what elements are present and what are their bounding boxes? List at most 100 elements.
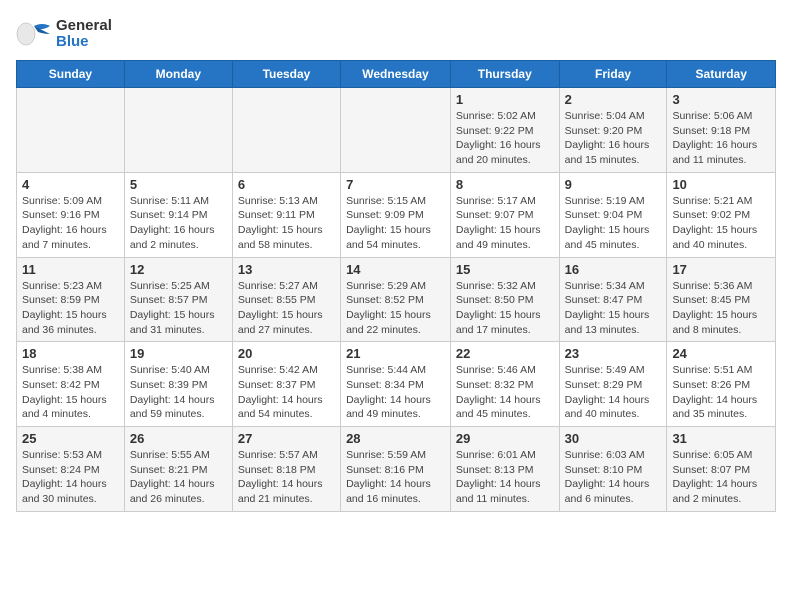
day-number: 7: [346, 177, 445, 192]
header-tuesday: Tuesday: [232, 61, 340, 88]
logo-bird-icon: [16, 16, 52, 52]
logo-text-blue: Blue: [56, 34, 112, 51]
day-info: Sunrise: 5:42 AM Sunset: 8:37 PM Dayligh…: [238, 363, 335, 422]
day-info: Sunrise: 6:01 AM Sunset: 8:13 PM Dayligh…: [456, 448, 554, 507]
calendar-cell: [341, 88, 451, 173]
day-info: Sunrise: 5:02 AM Sunset: 9:22 PM Dayligh…: [456, 109, 554, 168]
calendar-cell: 27 Sunrise: 5:57 AM Sunset: 8:18 PM Dayli…: [232, 427, 340, 512]
calendar-cell: 12 Sunrise: 5:25 AM Sunset: 8:57 PM Dayli…: [124, 257, 232, 342]
day-number: 11: [22, 262, 119, 277]
day-info: Sunrise: 5:17 AM Sunset: 9:07 PM Dayligh…: [456, 194, 554, 253]
calendar-cell: 31 Sunrise: 6:05 AM Sunset: 8:07 PM Dayli…: [667, 427, 776, 512]
header-saturday: Saturday: [667, 61, 776, 88]
logo-text-general: General: [56, 18, 112, 35]
calendar-cell: 13 Sunrise: 5:27 AM Sunset: 8:55 PM Dayli…: [232, 257, 340, 342]
day-info: Sunrise: 5:40 AM Sunset: 8:39 PM Dayligh…: [130, 363, 227, 422]
day-info: Sunrise: 5:51 AM Sunset: 8:26 PM Dayligh…: [672, 363, 770, 422]
day-number: 22: [456, 346, 554, 361]
calendar-cell: 15Sunrise: 5:32 AM Sunset: 8:50 PM Dayli…: [450, 257, 559, 342]
header-monday: Monday: [124, 61, 232, 88]
day-number: 6: [238, 177, 335, 192]
header-sunday: Sunday: [17, 61, 125, 88]
day-info: Sunrise: 5:11 AM Sunset: 9:14 PM Dayligh…: [130, 194, 227, 253]
day-number: 23: [565, 346, 662, 361]
day-info: Sunrise: 6:05 AM Sunset: 8:07 PM Dayligh…: [672, 448, 770, 507]
calendar-cell: 2 Sunrise: 5:04 AM Sunset: 9:20 PM Daylig…: [559, 88, 667, 173]
day-info: Sunrise: 5:15 AM Sunset: 9:09 PM Dayligh…: [346, 194, 445, 253]
day-info: Sunrise: 5:21 AM Sunset: 9:02 PM Dayligh…: [672, 194, 770, 253]
calendar-week-row: 25 Sunrise: 5:53 AM Sunset: 8:24 PM Dayli…: [17, 427, 776, 512]
calendar-cell: 8 Sunrise: 5:17 AM Sunset: 9:07 PM Daylig…: [450, 172, 559, 257]
day-number: 12: [130, 262, 227, 277]
day-number: 17: [672, 262, 770, 277]
day-info: Sunrise: 5:29 AM Sunset: 8:52 PM Dayligh…: [346, 279, 445, 338]
day-number: 18: [22, 346, 119, 361]
calendar-cell: 20 Sunrise: 5:42 AM Sunset: 8:37 PM Dayli…: [232, 342, 340, 427]
calendar-week-row: 1 Sunrise: 5:02 AM Sunset: 9:22 PM Daylig…: [17, 88, 776, 173]
day-number: 27: [238, 431, 335, 446]
day-info: Sunrise: 5:04 AM Sunset: 9:20 PM Dayligh…: [565, 109, 662, 168]
day-number: 31: [672, 431, 770, 446]
calendar-cell: 23 Sunrise: 5:49 AM Sunset: 8:29 PM Dayli…: [559, 342, 667, 427]
day-info: Sunrise: 5:06 AM Sunset: 9:18 PM Dayligh…: [672, 109, 770, 168]
day-number: 9: [565, 177, 662, 192]
calendar-week-row: 11 Sunrise: 5:23 AM Sunset: 8:59 PM Dayli…: [17, 257, 776, 342]
day-info: Sunrise: 5:09 AM Sunset: 9:16 PM Dayligh…: [22, 194, 119, 253]
day-number: 2: [565, 92, 662, 107]
calendar-cell: 5 Sunrise: 5:11 AM Sunset: 9:14 PM Daylig…: [124, 172, 232, 257]
day-info: Sunrise: 5:44 AM Sunset: 8:34 PM Dayligh…: [346, 363, 445, 422]
calendar-cell: 18Sunrise: 5:38 AM Sunset: 8:42 PM Dayli…: [17, 342, 125, 427]
calendar-cell: 16 Sunrise: 5:34 AM Sunset: 8:47 PM Dayli…: [559, 257, 667, 342]
calendar-cell: 30 Sunrise: 6:03 AM Sunset: 8:10 PM Dayli…: [559, 427, 667, 512]
calendar-week-row: 18Sunrise: 5:38 AM Sunset: 8:42 PM Dayli…: [17, 342, 776, 427]
day-number: 21: [346, 346, 445, 361]
day-info: Sunrise: 5:53 AM Sunset: 8:24 PM Dayligh…: [22, 448, 119, 507]
day-number: 3: [672, 92, 770, 107]
calendar-cell: [17, 88, 125, 173]
calendar-cell: 4 Sunrise: 5:09 AM Sunset: 9:16 PM Daylig…: [17, 172, 125, 257]
day-number: 1: [456, 92, 554, 107]
day-info: Sunrise: 5:13 AM Sunset: 9:11 PM Dayligh…: [238, 194, 335, 253]
calendar-cell: 22 Sunrise: 5:46 AM Sunset: 8:32 PM Dayli…: [450, 342, 559, 427]
day-number: 16: [565, 262, 662, 277]
day-info: Sunrise: 5:34 AM Sunset: 8:47 PM Dayligh…: [565, 279, 662, 338]
header-wednesday: Wednesday: [341, 61, 451, 88]
day-number: 4: [22, 177, 119, 192]
day-info: Sunrise: 5:46 AM Sunset: 8:32 PM Dayligh…: [456, 363, 554, 422]
day-number: 15: [456, 262, 554, 277]
day-number: 24: [672, 346, 770, 361]
calendar-cell: 14 Sunrise: 5:29 AM Sunset: 8:52 PM Dayli…: [341, 257, 451, 342]
day-info: Sunrise: 5:23 AM Sunset: 8:59 PM Dayligh…: [22, 279, 119, 338]
calendar-cell: 9Sunrise: 5:19 AM Sunset: 9:04 PM Daylig…: [559, 172, 667, 257]
calendar-cell: 3 Sunrise: 5:06 AM Sunset: 9:18 PM Daylig…: [667, 88, 776, 173]
day-info: Sunrise: 5:25 AM Sunset: 8:57 PM Dayligh…: [130, 279, 227, 338]
day-info: Sunrise: 6:03 AM Sunset: 8:10 PM Dayligh…: [565, 448, 662, 507]
day-number: 20: [238, 346, 335, 361]
calendar-cell: 26Sunrise: 5:55 AM Sunset: 8:21 PM Dayli…: [124, 427, 232, 512]
calendar-cell: [124, 88, 232, 173]
day-number: 8: [456, 177, 554, 192]
calendar-week-row: 4 Sunrise: 5:09 AM Sunset: 9:16 PM Daylig…: [17, 172, 776, 257]
day-info: Sunrise: 5:49 AM Sunset: 8:29 PM Dayligh…: [565, 363, 662, 422]
header-friday: Friday: [559, 61, 667, 88]
day-number: 29: [456, 431, 554, 446]
day-info: Sunrise: 5:36 AM Sunset: 8:45 PM Dayligh…: [672, 279, 770, 338]
day-number: 30: [565, 431, 662, 446]
day-number: 25: [22, 431, 119, 446]
page-header: General Blue: [16, 16, 776, 52]
logo: General Blue: [16, 16, 112, 52]
calendar-cell: 28Sunrise: 5:59 AM Sunset: 8:16 PM Dayli…: [341, 427, 451, 512]
calendar-header-row: SundayMondayTuesdayWednesdayThursdayFrid…: [17, 61, 776, 88]
day-number: 19: [130, 346, 227, 361]
day-number: 14: [346, 262, 445, 277]
day-info: Sunrise: 5:27 AM Sunset: 8:55 PM Dayligh…: [238, 279, 335, 338]
day-number: 5: [130, 177, 227, 192]
calendar-cell: [232, 88, 340, 173]
calendar-cell: 21 Sunrise: 5:44 AM Sunset: 8:34 PM Dayli…: [341, 342, 451, 427]
calendar-cell: 1 Sunrise: 5:02 AM Sunset: 9:22 PM Daylig…: [450, 88, 559, 173]
calendar-cell: 19 Sunrise: 5:40 AM Sunset: 8:39 PM Dayli…: [124, 342, 232, 427]
day-info: Sunrise: 5:57 AM Sunset: 8:18 PM Dayligh…: [238, 448, 335, 507]
header-thursday: Thursday: [450, 61, 559, 88]
calendar-cell: 7 Sunrise: 5:15 AM Sunset: 9:09 PM Daylig…: [341, 172, 451, 257]
day-number: 13: [238, 262, 335, 277]
